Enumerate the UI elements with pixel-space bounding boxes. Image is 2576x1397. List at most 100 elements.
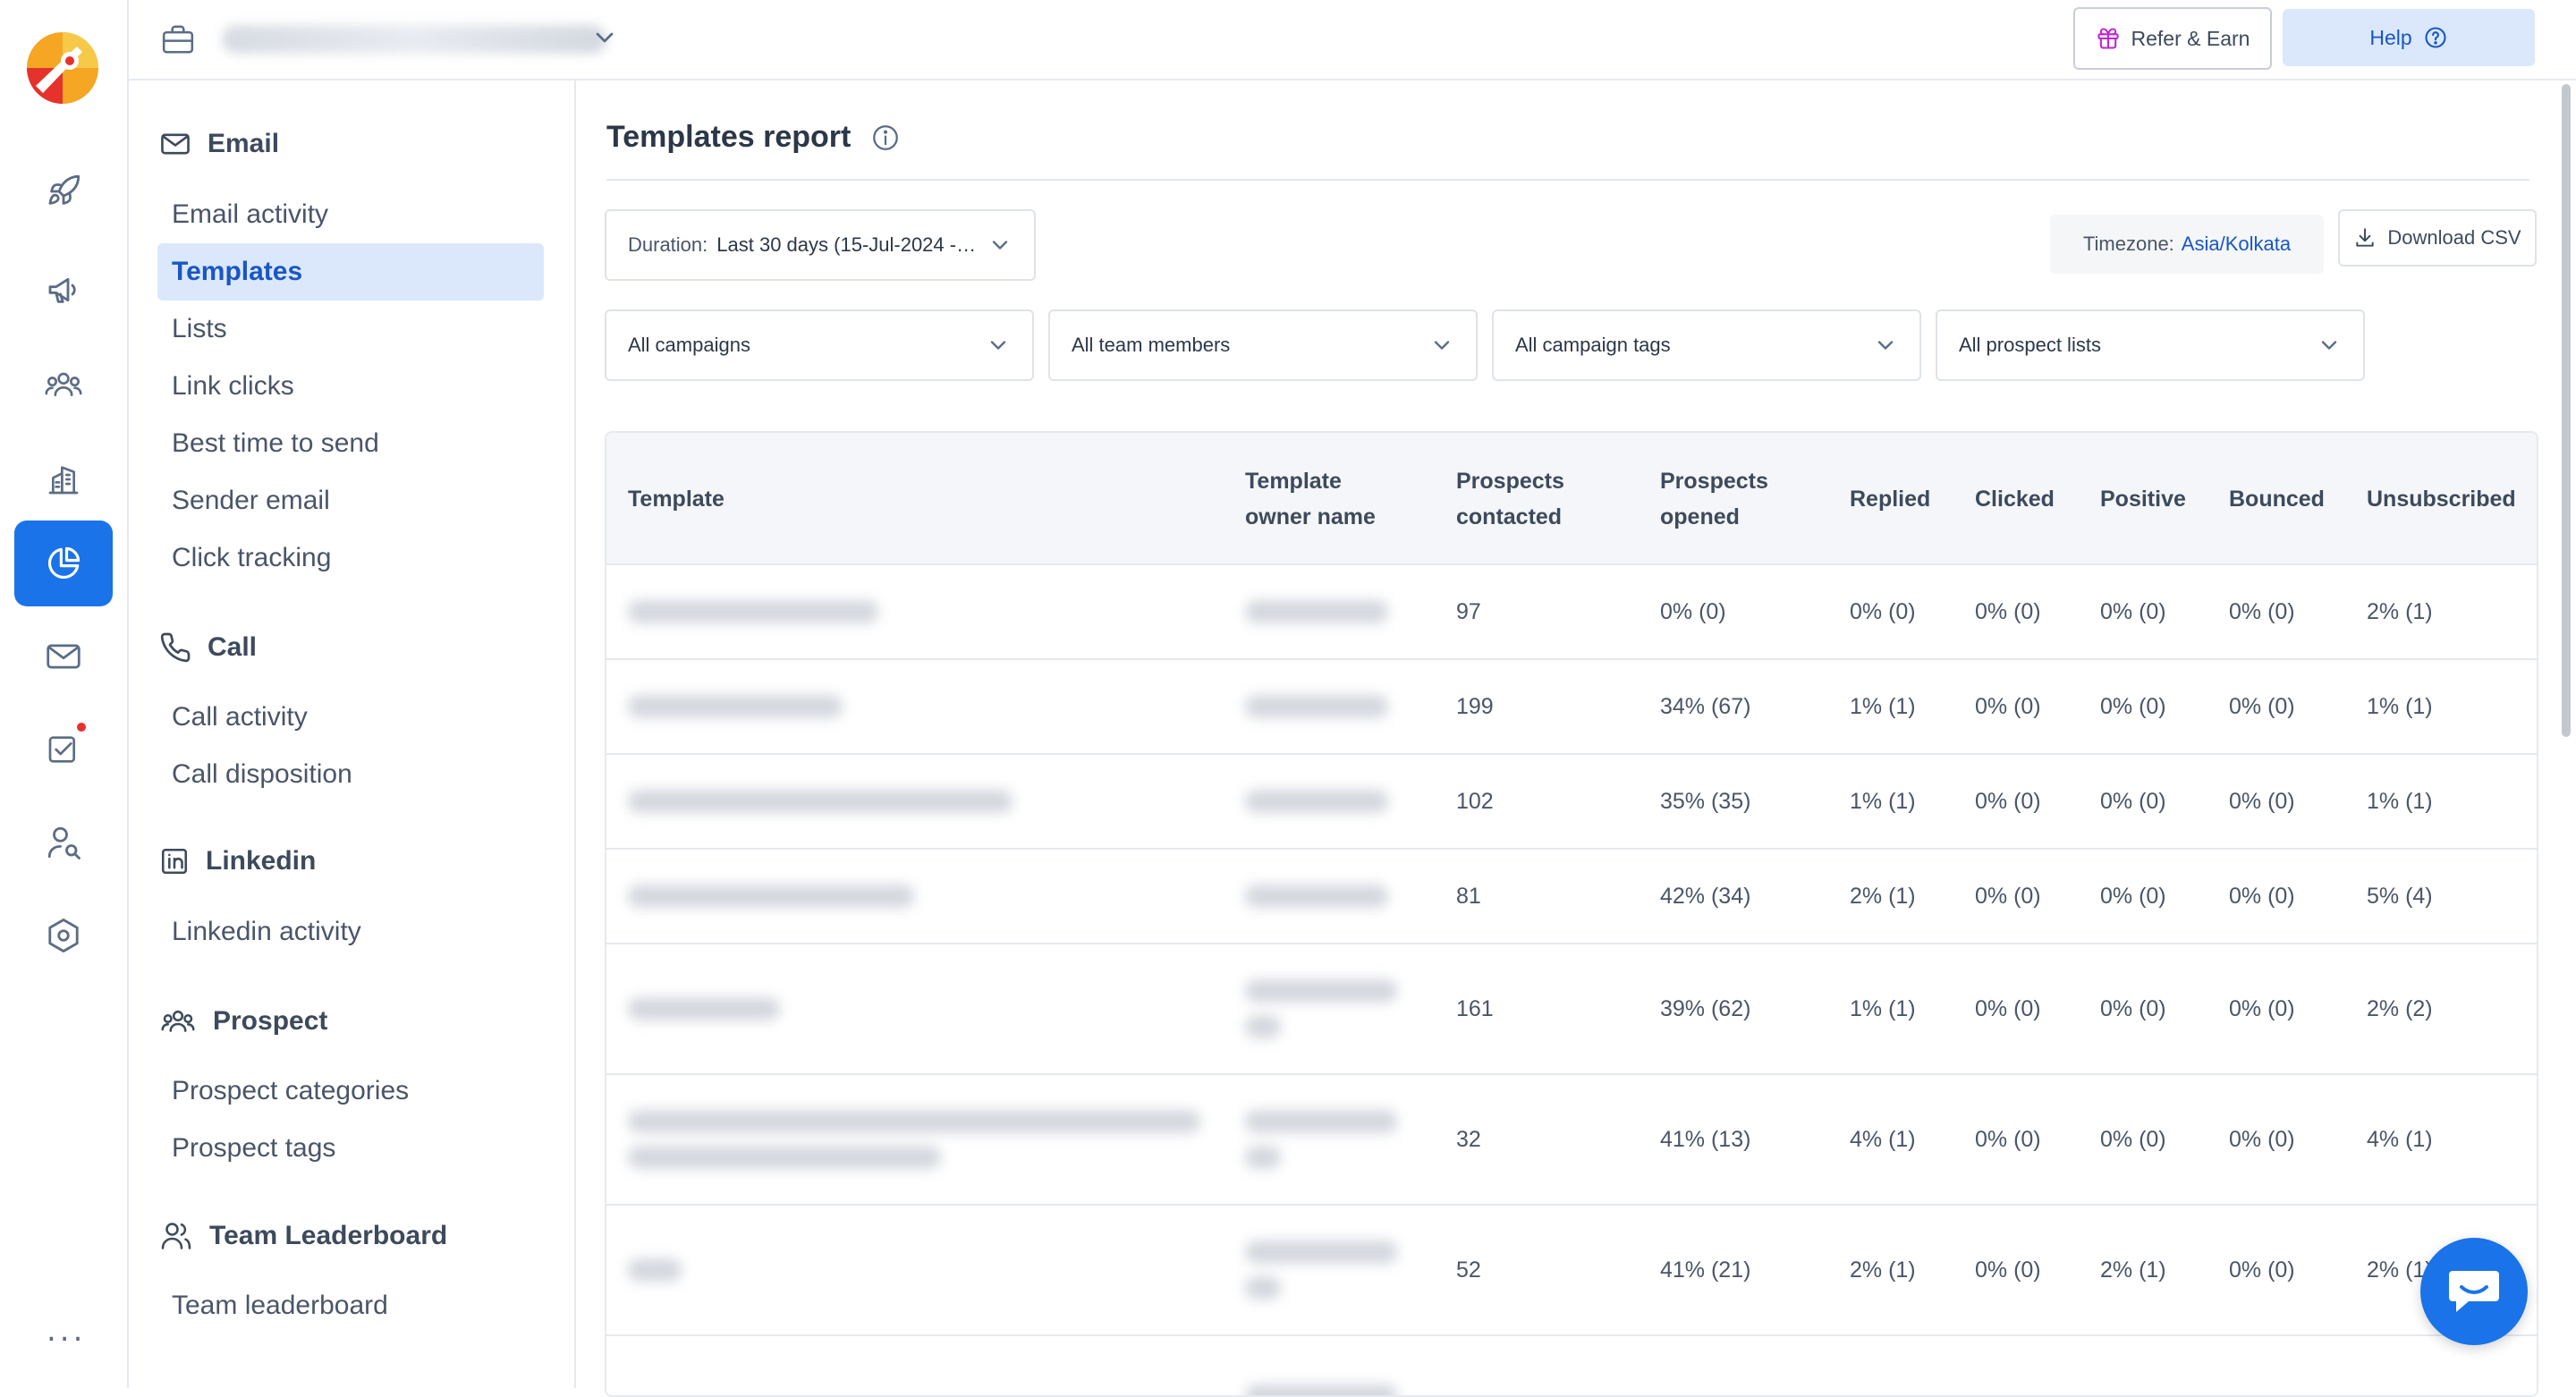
chat-bubble-icon bbox=[2445, 1266, 2503, 1317]
cell-unsubscribed: 2% (2) bbox=[2367, 995, 2433, 1021]
template-name-redacted bbox=[628, 790, 1013, 813]
table-row[interactable]: 32 41% (13) 4% (1) 0% (0) 0% (0) 0% (0) … bbox=[606, 1075, 2537, 1206]
sidebar-item-best-time-to-send[interactable]: Best time to send bbox=[157, 415, 544, 472]
cell-positive: 0% (0) bbox=[2100, 883, 2166, 909]
prospects-icon[interactable] bbox=[14, 342, 113, 428]
header-contacted-line2: contacted bbox=[1456, 504, 1563, 529]
sidebar-item-linkedin-activity[interactable]: Linkedin activity bbox=[157, 903, 544, 961]
icon-rail: ... bbox=[0, 0, 129, 1388]
timezone-value[interactable]: Asia/Kolkata bbox=[2182, 233, 2291, 256]
table-row[interactable]: 52 41% (21) 2% (1) 0% (0) 2% (1) 0% (0) … bbox=[606, 1206, 2537, 1336]
cell-opened: 41% (21) bbox=[1660, 1257, 1751, 1283]
sidebar-item-link-clicks[interactable]: Link clicks bbox=[157, 358, 544, 415]
sidebar-item-prospect-categories[interactable]: Prospect categories bbox=[157, 1063, 544, 1120]
table-header: Template Template owner name Prospects c… bbox=[606, 433, 2537, 565]
sidebar-item-call-activity[interactable]: Call activity bbox=[157, 689, 544, 746]
cell-replied: 1% (1) bbox=[1850, 995, 1916, 1021]
download-icon bbox=[2353, 226, 2377, 250]
cell-bounced: 0% (0) bbox=[2229, 883, 2295, 909]
owner-name-redacted bbox=[1245, 944, 1397, 1073]
prospect-lists-select[interactable]: All prospect lists bbox=[1936, 309, 2365, 381]
sidebar-item-templates[interactable]: Templates bbox=[157, 243, 544, 301]
workspace-name-redacted[interactable] bbox=[222, 25, 606, 54]
duration-select[interactable]: Duration: Last 30 days (15-Jul-2024 - 13… bbox=[605, 209, 1036, 281]
settings-hex-icon[interactable] bbox=[14, 893, 113, 978]
chevron-down-icon[interactable] bbox=[590, 23, 619, 52]
section-linkedin: Linkedin bbox=[159, 846, 316, 876]
download-csv-button[interactable]: Download CSV bbox=[2338, 209, 2537, 267]
header-unsubscribed[interactable]: Unsubscribed bbox=[2367, 433, 2516, 565]
header-opened[interactable]: Prospects opened bbox=[1660, 433, 1768, 565]
cell-positive: 0% (0) bbox=[2100, 693, 2166, 719]
cell-bounced: 0% (0) bbox=[2229, 693, 2295, 719]
owner-name-redacted bbox=[1245, 1075, 1397, 1204]
building-icon[interactable] bbox=[14, 436, 113, 522]
section-title: Linkedin bbox=[206, 846, 317, 876]
table-row[interactable]: 97 0% (0) 0% (0) 0% (0) 0% (0) 0% (0) 2%… bbox=[606, 565, 2537, 660]
header-contacted[interactable]: Prospects contacted bbox=[1456, 433, 1564, 565]
team-members-value: All team members bbox=[1072, 334, 1231, 356]
inbox-mail-icon[interactable] bbox=[14, 614, 113, 699]
chevron-down-icon bbox=[1873, 333, 1898, 358]
table-row[interactable]: 199 34% (67) 1% (1) 0% (0) 0% (0) 0% (0)… bbox=[606, 660, 2537, 755]
cell-clicked: 0% (0) bbox=[1975, 598, 2041, 624]
sidebar-item-sender-email[interactable]: Sender email bbox=[157, 472, 544, 529]
header-owner[interactable]: Template owner name bbox=[1245, 433, 1376, 565]
chevron-down-icon bbox=[2317, 333, 2342, 358]
cell-contacted: 161 bbox=[1456, 995, 1494, 1021]
sidebar-item-email-activity[interactable]: Email activity bbox=[157, 186, 544, 243]
team-members-select[interactable]: All team members bbox=[1048, 309, 1478, 381]
campaigns-select[interactable]: All campaigns bbox=[605, 309, 1034, 381]
reports-sidebar: Email Email activity Templates Lists Lin… bbox=[129, 80, 576, 1388]
help-button[interactable]: Help bbox=[2283, 9, 2535, 66]
linkedin-icon bbox=[159, 846, 190, 876]
sidebar-item-call-disposition[interactable]: Call disposition bbox=[157, 746, 544, 803]
campaign-tags-select[interactable]: All campaign tags bbox=[1492, 309, 1921, 381]
header-owner-line2: owner name bbox=[1245, 504, 1376, 529]
header-replied[interactable]: Replied bbox=[1850, 433, 1930, 565]
section-prospect: Prospect bbox=[159, 1005, 327, 1037]
owner-name-redacted bbox=[1245, 790, 1388, 813]
section-call: Call bbox=[159, 631, 257, 664]
header-template[interactable]: Template bbox=[628, 433, 724, 565]
table-row[interactable]: 81 42% (34) 2% (1) 0% (0) 0% (0) 0% (0) … bbox=[606, 850, 2537, 944]
cell-clicked: 0% (0) bbox=[1975, 693, 2041, 719]
reports-pie-icon[interactable] bbox=[14, 521, 113, 606]
page-scrollbar[interactable] bbox=[2562, 84, 2571, 737]
chat-widget-button[interactable] bbox=[2420, 1238, 2528, 1345]
top-bar: Refer & Earn Help bbox=[129, 0, 2576, 80]
cell-opened: 42% (34) bbox=[1660, 883, 1751, 909]
cell-unsubscribed: 2% (1) bbox=[2367, 1257, 2433, 1283]
header-clicked[interactable]: Clicked bbox=[1975, 433, 2055, 565]
megaphone-icon[interactable] bbox=[14, 247, 113, 333]
download-csv-label: Download CSV bbox=[2387, 226, 2521, 249]
cell-unsubscribed: 1% (1) bbox=[2367, 693, 2433, 719]
cell-clicked: 0% (0) bbox=[1975, 995, 2041, 1021]
info-icon[interactable] bbox=[870, 123, 901, 153]
cell-clicked: 0% (0) bbox=[1975, 883, 2041, 909]
sidebar-item-lists[interactable]: Lists bbox=[157, 301, 544, 358]
question-circle-icon bbox=[2423, 25, 2448, 50]
more-menu-icon[interactable]: ... bbox=[47, 1313, 86, 1349]
cell-contacted: 32 bbox=[1456, 1126, 1481, 1152]
header-positive[interactable]: Positive bbox=[2100, 433, 2186, 565]
table-row[interactable]: 161 39% (62) 1% (1) 0% (0) 0% (0) 0% (0)… bbox=[606, 944, 2537, 1075]
rocket-icon[interactable] bbox=[14, 148, 113, 234]
duration-value: Last 30 days (15-Jul-2024 - 13-Aug-2024) bbox=[716, 233, 977, 256]
header-bounced[interactable]: Bounced bbox=[2229, 433, 2325, 565]
owner-name-redacted bbox=[1245, 1206, 1397, 1334]
sidebar-item-team-leaderboard[interactable]: Team leaderboard bbox=[157, 1277, 544, 1334]
user-search-icon[interactable] bbox=[14, 800, 113, 885]
cell-replied: 4% (1) bbox=[1850, 1126, 1916, 1152]
gift-icon bbox=[2096, 26, 2121, 51]
refer-earn-label: Refer & Earn bbox=[2131, 26, 2250, 50]
app-logo-icon[interactable] bbox=[25, 30, 100, 106]
refer-earn-button[interactable]: Refer & Earn bbox=[2073, 7, 2272, 70]
cell-replied: 2% (1) bbox=[1850, 1257, 1916, 1283]
tasks-check-icon[interactable] bbox=[14, 707, 113, 792]
sidebar-item-click-tracking[interactable]: Click tracking bbox=[157, 529, 544, 587]
sidebar-item-prospect-tags[interactable]: Prospect tags bbox=[157, 1120, 544, 1177]
table-row[interactable]: 102 35% (35) 1% (1) 0% (0) 0% (0) 0% (0)… bbox=[606, 755, 2537, 850]
template-name-redacted bbox=[628, 885, 914, 908]
cell-positive: 0% (0) bbox=[2100, 598, 2166, 624]
